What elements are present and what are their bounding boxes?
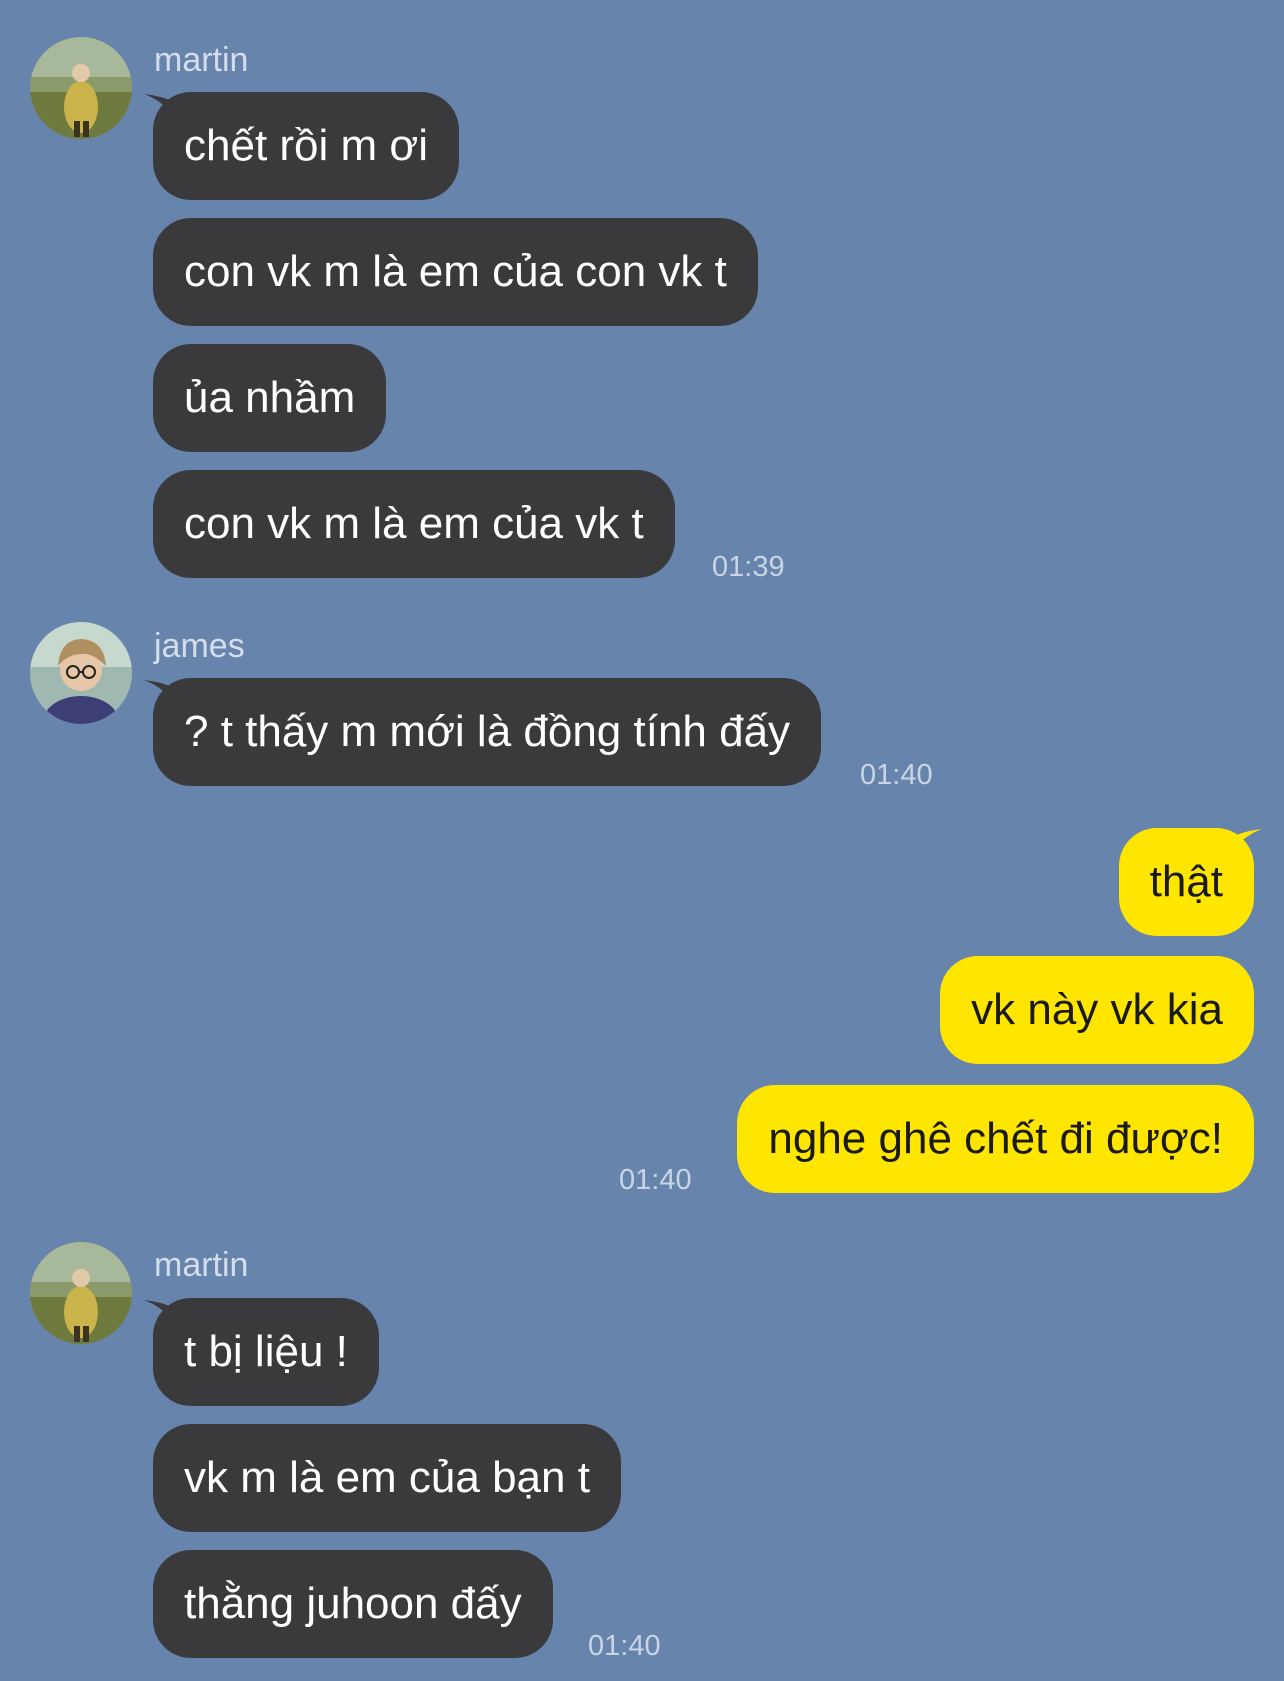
sender-name: martin xyxy=(154,1246,249,1284)
message-bubble[interactable]: vk này vk kia xyxy=(940,956,1254,1064)
message-timestamp: 01:40 xyxy=(860,759,933,791)
message-bubble[interactable]: con vk m là em của vk t xyxy=(153,470,675,578)
message-timestamp: 01:39 xyxy=(712,551,785,583)
sender-name: martin xyxy=(154,41,249,79)
message-bubble[interactable]: t bị liệu ! xyxy=(153,1298,379,1406)
message-bubble[interactable]: thằng juhoon đấy xyxy=(153,1550,553,1658)
message-timestamp: 01:40 xyxy=(588,1630,661,1662)
martin-avatar[interactable] xyxy=(30,1242,132,1344)
martin-avatar[interactable] xyxy=(30,37,132,139)
message-bubble[interactable]: con vk m là em của con vk t xyxy=(153,218,758,326)
james-avatar[interactable] xyxy=(30,622,132,724)
message-bubble[interactable]: ủa nhầm xyxy=(153,344,387,452)
message-bubble[interactable]: chết rồi m ơi xyxy=(153,92,460,200)
message-timestamp: 01:40 xyxy=(619,1164,692,1196)
message-bubble[interactable]: nghe ghê chết đi được! xyxy=(737,1085,1254,1193)
message-bubble[interactable]: vk m là em của bạn t xyxy=(153,1424,621,1532)
message-bubble[interactable]: thật xyxy=(1118,828,1254,936)
sender-name: james xyxy=(154,627,245,665)
message-bubble[interactable]: ? t thấy m mới là đồng tính đấy xyxy=(153,678,822,786)
